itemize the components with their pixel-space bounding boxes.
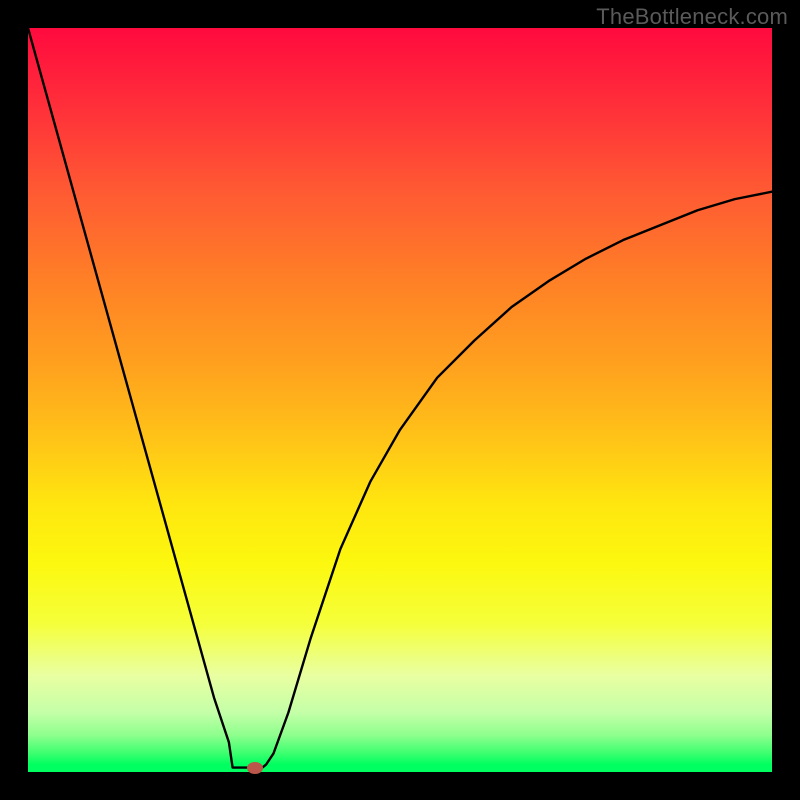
watermark-text: TheBottleneck.com [596,4,788,30]
chart-frame: TheBottleneck.com [0,0,800,800]
plot-area [28,28,772,772]
bottleneck-curve [28,28,772,768]
optimal-point-marker [247,762,263,774]
curve-svg [28,28,772,772]
